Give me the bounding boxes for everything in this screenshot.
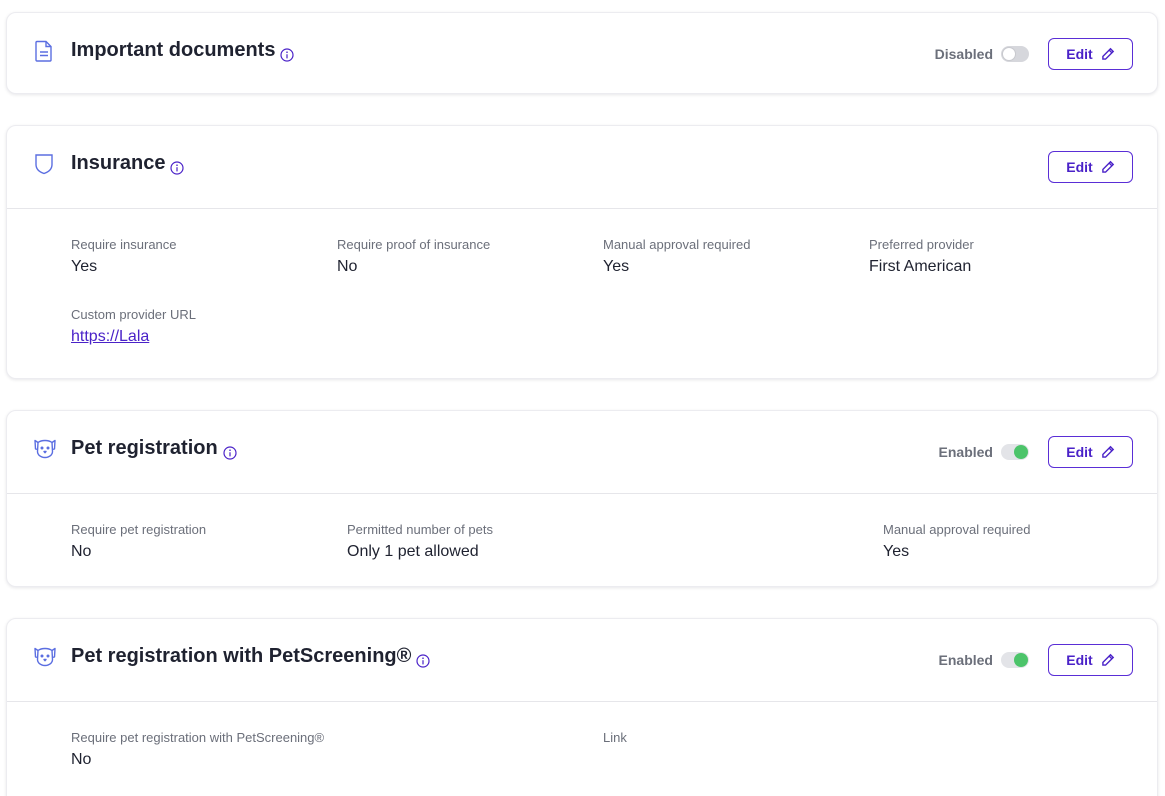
status-label: Disabled (934, 46, 993, 62)
field-value: No (337, 258, 358, 275)
field-require-insurance: Require insurance Yes (71, 237, 177, 276)
field-preferred-provider: Preferred provider First American (869, 237, 974, 276)
provider-url-link[interactable]: https://Lala (71, 328, 196, 346)
edit-button[interactable]: Edit (1048, 644, 1133, 676)
enable-toggle[interactable] (1001, 46, 1029, 62)
document-icon (33, 39, 55, 63)
edit-button-label: Edit (1066, 652, 1093, 668)
pencil-icon (1101, 47, 1114, 60)
card-title-text: Pet registration (71, 437, 218, 459)
card-header: Insurance Edit (7, 126, 1157, 208)
card-controls: Disabled Edit (935, 38, 1133, 70)
status-label: Enabled (938, 444, 993, 460)
edit-button[interactable]: Edit (1048, 151, 1133, 183)
card-controls: Enabled Edit (939, 644, 1133, 676)
field-require-proof: Require proof of insurance No (337, 237, 490, 276)
card-title-text: Insurance (71, 152, 166, 174)
info-icon[interactable] (416, 651, 430, 668)
edit-button-label: Edit (1066, 46, 1093, 62)
field-link: Link (603, 730, 627, 751)
field-label: Permitted number of pets (347, 522, 493, 537)
edit-button-label: Edit (1066, 159, 1093, 175)
info-icon[interactable] (280, 45, 295, 62)
field-label: Require insurance (71, 237, 177, 252)
card-header: Important documents Disabled Edit (7, 13, 1157, 93)
field-label: Require proof of insurance (337, 237, 491, 252)
card-title-text: Pet registration with PetScreening® (71, 645, 412, 667)
field-manual-approval: Manual approval required Yes (603, 237, 750, 276)
field-custom-provider-url: Custom provider URL https://Lala (71, 307, 196, 346)
field-value: Yes (883, 543, 910, 560)
pencil-icon (1101, 653, 1114, 666)
dog-icon (33, 437, 56, 461)
card-controls: Edit (1048, 151, 1133, 183)
field-manual-approval: Manual approval required Yes (883, 522, 1030, 561)
pencil-icon (1101, 160, 1114, 173)
field-label: Require pet registration with PetScreeni… (71, 730, 325, 745)
card-title-text: Important documents (71, 39, 276, 61)
info-icon[interactable] (223, 443, 237, 460)
edit-button-label: Edit (1066, 444, 1093, 460)
pet-registration-card: Pet registration Enabled Edit Require pe… (6, 410, 1158, 587)
field-label: Link (603, 730, 627, 745)
field-value: Yes (71, 258, 98, 275)
field-value: No (71, 751, 92, 768)
edit-button[interactable]: Edit (1048, 38, 1133, 70)
field-label: Require pet registration (71, 522, 207, 537)
pencil-icon (1101, 445, 1114, 458)
petscreening-card: Pet registration with PetScreening® Enab… (6, 618, 1158, 796)
field-value: First American (869, 258, 972, 275)
field-require-petscreening: Require pet registration with PetScreeni… (71, 730, 324, 769)
card-body: Require pet registration with PetScreeni… (7, 701, 1157, 796)
field-value: No (71, 543, 92, 560)
card-title: Pet registration with PetScreening® (71, 645, 430, 668)
card-body: Require pet registration No Permitted nu… (7, 493, 1157, 586)
field-value: Only 1 pet allowed (347, 543, 479, 560)
enable-toggle[interactable] (1001, 444, 1029, 460)
card-title: Pet registration (71, 437, 237, 460)
card-title: Important documents (71, 39, 295, 62)
field-permitted-pets: Permitted number of pets Only 1 pet allo… (347, 522, 493, 561)
field-require-pet-registration: Require pet registration No (71, 522, 206, 561)
field-label: Manual approval required (603, 237, 751, 252)
card-body: Require insurance Yes Require proof of i… (7, 208, 1157, 378)
field-value: Yes (603, 258, 630, 275)
info-icon[interactable] (170, 158, 185, 175)
field-label: Preferred provider (869, 237, 974, 252)
field-label: Manual approval required (883, 522, 1031, 537)
important-documents-card: Important documents Disabled Edit (6, 12, 1158, 94)
edit-button[interactable]: Edit (1048, 436, 1133, 468)
insurance-card: Insurance Edit Require insurance Yes Req… (6, 125, 1158, 379)
card-header: Pet registration with PetScreening® Enab… (7, 619, 1157, 701)
shield-icon (33, 152, 55, 176)
card-title: Insurance (71, 152, 185, 175)
card-controls: Enabled Edit (939, 436, 1133, 468)
status-label: Enabled (938, 652, 993, 668)
field-label: Custom provider URL (71, 307, 196, 322)
dog-icon (33, 645, 56, 669)
enable-toggle[interactable] (1001, 652, 1029, 668)
card-header: Pet registration Enabled Edit (7, 411, 1157, 493)
